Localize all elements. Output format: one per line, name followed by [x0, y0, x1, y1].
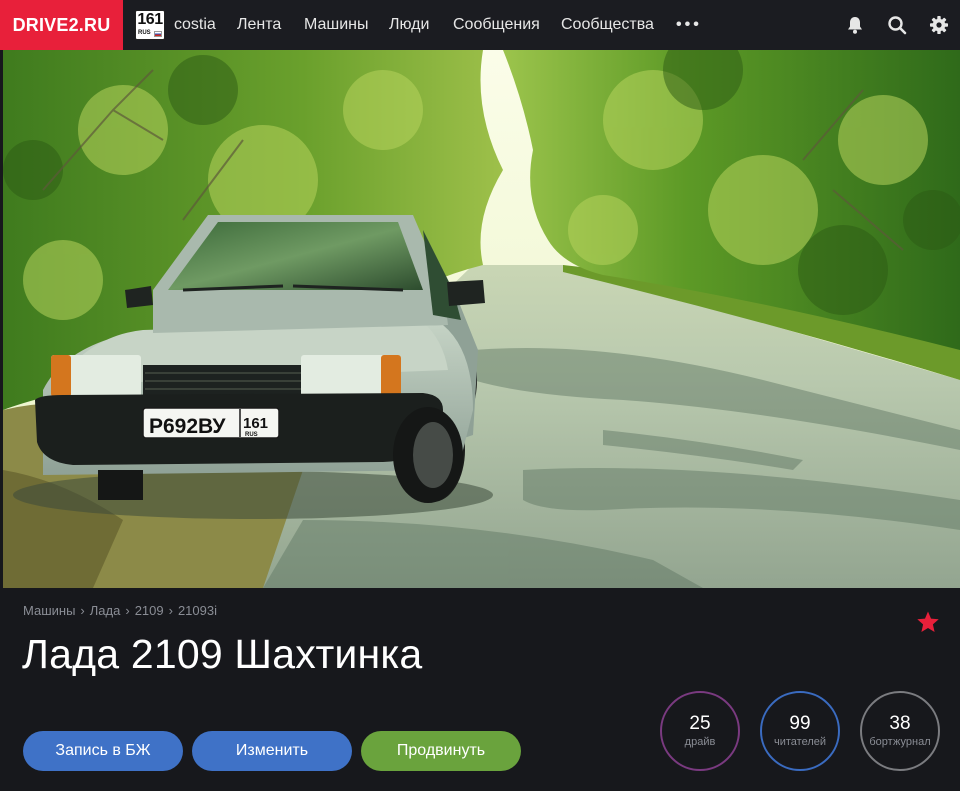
car-cover-photo[interactable]: Р692ВУ 161 RUS: [3, 50, 960, 588]
license-plate: Р692ВУ 161 RUS: [142, 407, 280, 439]
nav-item-cars[interactable]: Машины: [304, 16, 369, 34]
nav-item-people[interactable]: Люди: [389, 16, 429, 34]
stat-logbook-value: 38: [889, 712, 911, 734]
nav-item-communities[interactable]: Сообщества: [561, 16, 654, 34]
nav-username[interactable]: costia: [174, 16, 216, 34]
stat-readers-label: читателей: [773, 735, 826, 748]
license-plate-country: RUS: [245, 432, 258, 438]
breadcrumb-cars[interactable]: Машины: [23, 603, 75, 618]
stat-drives-value: 25: [689, 712, 711, 734]
breadcrumb-separator: ›: [168, 603, 173, 618]
region-country: RUS: [138, 30, 151, 36]
promote-button[interactable]: Продвинуть: [361, 731, 521, 771]
bell-icon[interactable]: [845, 15, 865, 35]
favorite-star-icon[interactable]: [916, 610, 940, 634]
nav-item-messages[interactable]: Сообщения: [453, 16, 540, 34]
edit-button[interactable]: Изменить: [192, 731, 352, 771]
top-navigation: DRIVE2.RU 161 RUS costia Лента Машины Лю…: [0, 0, 960, 50]
nav-more-button[interactable]: •••: [676, 16, 702, 34]
breadcrumb: Машины › Лада › 2109 › 21093i: [23, 603, 217, 618]
nav-item-feed[interactable]: Лента: [237, 16, 281, 34]
car-photo-image: Р692ВУ 161 RUS: [3, 50, 960, 588]
breadcrumb-separator: ›: [80, 603, 85, 618]
stat-drives[interactable]: 25 драйв: [660, 691, 740, 771]
license-plate-number: Р692ВУ: [149, 415, 226, 438]
region-number: 161: [137, 11, 163, 28]
stat-drives-label: драйв: [684, 735, 716, 748]
breadcrumb-modification[interactable]: 21093i: [178, 603, 217, 618]
russia-flag-icon: [154, 31, 162, 37]
breadcrumb-brand[interactable]: Лада: [90, 603, 121, 618]
page-title: Лада 2109 Шахтинка: [22, 631, 423, 677]
breadcrumb-separator: ›: [125, 603, 130, 618]
stat-logbook-label: бортжурнал: [869, 735, 931, 748]
stat-readers-value: 99: [789, 712, 811, 734]
gear-icon[interactable]: [929, 15, 949, 35]
stat-readers[interactable]: 99 читателей: [760, 691, 840, 771]
search-icon[interactable]: [887, 15, 907, 35]
site-logo[interactable]: DRIVE2.RU: [0, 0, 123, 50]
stat-logbook[interactable]: 38 бортжурнал: [860, 691, 940, 771]
region-badge[interactable]: 161 RUS: [135, 10, 165, 40]
logbook-entry-button[interactable]: Запись в БЖ: [23, 731, 183, 771]
license-plate-region: 161: [243, 415, 268, 432]
breadcrumb-model[interactable]: 2109: [135, 603, 164, 618]
